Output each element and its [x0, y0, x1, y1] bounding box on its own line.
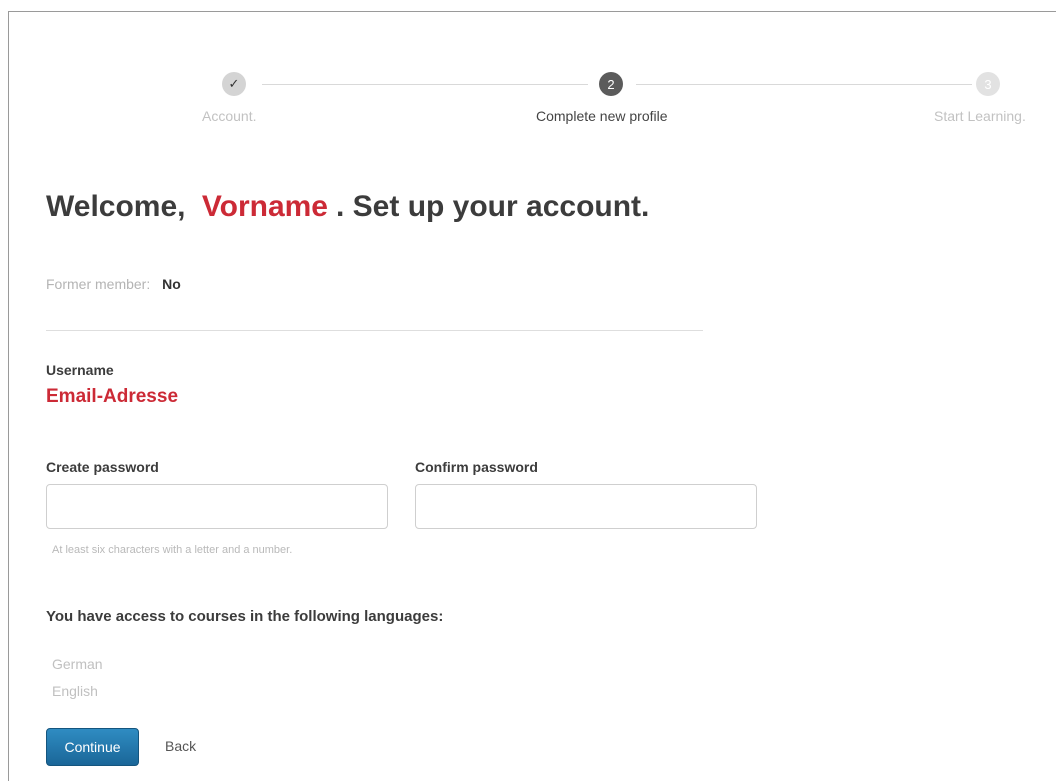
step-account-marker: ✓: [222, 72, 246, 96]
step-account-label: Account.: [202, 108, 257, 124]
step-connector: [636, 84, 972, 85]
welcome-prefix: Welcome,: [46, 190, 186, 223]
back-link[interactable]: Back: [165, 738, 196, 754]
step-connector: [262, 84, 588, 85]
username-value: Email-Adresse: [46, 386, 179, 407]
step-profile-marker: 2: [599, 72, 623, 96]
confirm-password-input[interactable]: [415, 484, 757, 529]
check-icon: ✓: [228, 76, 240, 91]
username-label: Username: [46, 362, 114, 378]
former-member-row: Former member: No: [46, 276, 181, 292]
create-password-label: Create password: [46, 459, 159, 475]
step-learning-label: Start Learning.: [934, 108, 1026, 124]
step-learning-marker: 3: [976, 72, 1000, 96]
password-hint: At least six characters with a letter an…: [52, 544, 293, 556]
former-member-value: No: [162, 276, 181, 292]
section-divider: [46, 330, 703, 331]
user-first-name: Vorname: [201, 190, 328, 223]
step-number: 2: [607, 76, 615, 92]
step-number: 3: [984, 76, 992, 92]
confirm-password-label: Confirm password: [415, 459, 538, 475]
continue-button[interactable]: Continue: [46, 728, 139, 766]
page-title: Welcome, Vorname. Set up your account.: [46, 190, 649, 224]
former-member-label: Former member:: [46, 276, 151, 292]
welcome-suffix: . Set up your account.: [336, 190, 650, 223]
language-item: English: [52, 683, 98, 699]
languages-list: German English: [52, 654, 103, 708]
language-item: German: [52, 656, 103, 672]
languages-title: You have access to courses in the follow…: [46, 608, 444, 625]
create-password-input[interactable]: [46, 484, 388, 529]
step-profile-label: Complete new profile: [536, 108, 668, 124]
